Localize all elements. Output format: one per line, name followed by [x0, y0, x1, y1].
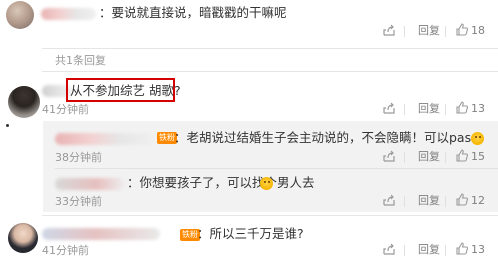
timestamp: 38分钟前 — [55, 151, 102, 164]
timestamp: 33分钟前 — [55, 195, 102, 208]
comment-text: ：所以三千万是谁? — [197, 226, 304, 241]
divider — [404, 196, 405, 207]
divider — [445, 245, 446, 256]
avatar[interactable] — [8, 86, 40, 118]
reply-text: ：老胡说过结婚生子会主动说的，不会隐瞒！可以pass — [174, 130, 478, 145]
thumbs-up-icon[interactable] — [456, 242, 469, 258]
share-icon[interactable] — [383, 243, 395, 258]
thumbs-up-icon[interactable] — [456, 149, 469, 165]
view-replies-link[interactable]: 共1条回复 — [55, 53, 106, 69]
reply-button[interactable]: 回复 — [418, 150, 440, 164]
divider-line — [55, 168, 498, 169]
divider — [404, 245, 405, 256]
thumbs-up-icon[interactable] — [456, 193, 469, 209]
divider — [404, 26, 405, 37]
comment-text: 从不参加综艺 胡歌? — [70, 83, 181, 98]
avatar[interactable] — [6, 1, 34, 29]
avatar[interactable] — [8, 223, 38, 253]
username-blurred[interactable] — [55, 178, 125, 190]
divider-line — [42, 215, 498, 216]
laugh-emoji-icon — [471, 132, 484, 145]
reply-text: ：你想要孩子了，可以找个男人去 — [127, 175, 315, 190]
divider — [445, 152, 446, 163]
thumbs-up-icon[interactable] — [456, 101, 469, 117]
grin-emoji-icon — [260, 177, 273, 190]
username-blurred[interactable] — [42, 228, 160, 240]
timestamp: 41分钟前 — [42, 103, 89, 116]
divider — [404, 104, 405, 115]
timestamp: 41分钟前 — [42, 244, 89, 257]
divider-line — [42, 48, 498, 49]
comment-text: ：要说就直接说，暗戳戳的干嘛呢 — [99, 5, 287, 20]
divider-line — [42, 71, 498, 72]
nested-replies: 铁粉 ：老胡说过结婚生子会主动说的，不会隐瞒！可以pass 38分钟前 回复 1… — [43, 121, 498, 212]
share-icon[interactable] — [383, 194, 395, 209]
reply-button[interactable]: 回复 — [418, 102, 440, 116]
share-icon[interactable] — [383, 24, 395, 39]
divider — [445, 196, 446, 207]
divider — [445, 104, 446, 115]
divider — [404, 152, 405, 163]
bullet-dot — [6, 124, 9, 127]
thumbs-up-icon[interactable] — [456, 23, 469, 39]
like-count: 12 — [471, 194, 485, 207]
share-icon[interactable] — [383, 150, 395, 165]
like-count: 15 — [471, 150, 485, 163]
like-count: 13 — [471, 102, 485, 115]
reply-button[interactable]: 回复 — [418, 194, 440, 208]
share-icon[interactable] — [383, 102, 395, 117]
like-count: 18 — [471, 24, 485, 37]
reply-button[interactable]: 回复 — [418, 243, 440, 257]
username-blurred[interactable] — [55, 133, 155, 145]
username-blurred[interactable] — [41, 8, 96, 20]
reply-button[interactable]: 回复 — [418, 24, 440, 38]
divider — [445, 26, 446, 37]
like-count: 13 — [471, 243, 485, 256]
